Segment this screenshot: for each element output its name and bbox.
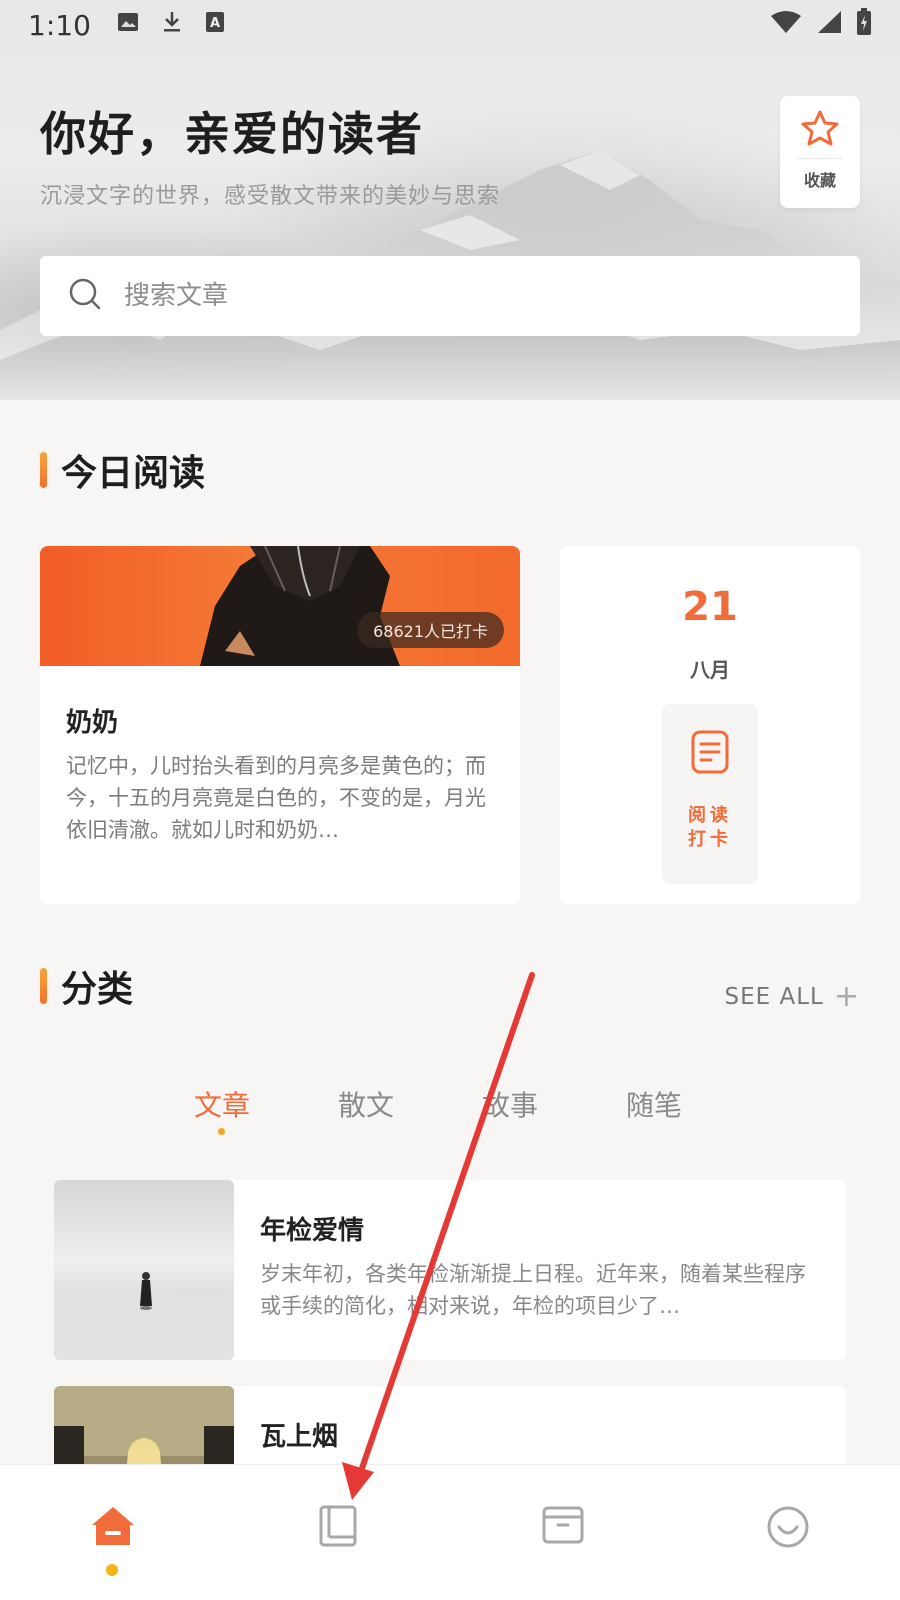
tab-label: 故事 xyxy=(481,1089,538,1122)
search-icon xyxy=(68,277,102,315)
home-icon xyxy=(90,1465,136,1600)
checkin-count-badge: 68621人已打卡 xyxy=(357,612,504,648)
tab-articles[interactable]: 文章 xyxy=(150,1084,294,1154)
active-tab-indicator xyxy=(218,1128,225,1135)
article-list-item[interactable]: 年检爱情 岁末年初，各类年检渐渐提上日程。近年来，随着某些程序或手续的简化，相对… xyxy=(54,1180,846,1360)
greeting-subtitle: 沉浸文字的世界，感受散文带来的美妙与思索 xyxy=(40,184,501,209)
date-month: 八月 xyxy=(690,658,730,682)
nav-library[interactable] xyxy=(225,1465,450,1600)
tab-prose[interactable]: 散文 xyxy=(294,1084,438,1154)
search-input[interactable] xyxy=(124,281,824,311)
download-icon xyxy=(161,10,183,41)
document-icon xyxy=(691,730,729,778)
search-bar[interactable] xyxy=(40,256,860,336)
person-in-leather-jacket-image xyxy=(200,546,400,666)
category-section-label: 分类 xyxy=(61,968,134,1010)
see-all-button[interactable]: SEE ALL + xyxy=(725,982,860,1012)
favorites-divider xyxy=(798,158,842,159)
tab-essays[interactable]: 随笔 xyxy=(582,1084,726,1154)
tab-stories[interactable]: 故事 xyxy=(438,1084,582,1154)
section-accent-bar xyxy=(40,452,47,488)
date-card: 21 八月 阅读打卡 xyxy=(560,546,860,904)
featured-article-image: 68621人已打卡 xyxy=(40,546,520,666)
bottom-navigation xyxy=(0,1464,900,1600)
nav-archive[interactable] xyxy=(450,1465,675,1600)
featured-article-card[interactable]: 68621人已打卡 奶奶 记忆中，儿时抬头看到的月亮多是黄色的；而今，十五的月亮… xyxy=(40,546,520,904)
text-a-icon: A xyxy=(205,10,225,40)
status-bar: 1:10 A xyxy=(0,0,900,50)
tab-label: 散文 xyxy=(337,1089,394,1122)
article-title: 年检爱情 xyxy=(260,1216,365,1246)
wifi-icon xyxy=(770,10,802,41)
today-section-title: 今日阅读 xyxy=(40,444,205,496)
date-day: 21 xyxy=(682,584,738,630)
nav-profile[interactable] xyxy=(675,1465,900,1600)
see-all-label: SEE ALL xyxy=(724,984,824,1010)
star-icon xyxy=(801,110,839,150)
greeting-title: 你好，亲爱的读者 xyxy=(40,107,424,161)
tab-label: 随笔 xyxy=(625,1089,682,1122)
active-nav-indicator xyxy=(106,1564,118,1576)
category-tabs: 文章 散文 故事 随笔 xyxy=(150,1084,750,1154)
article-title: 瓦上烟 xyxy=(260,1422,339,1452)
section-accent-bar xyxy=(40,968,47,1004)
article-excerpt: 岁末年初，各类年检渐渐提上日程。近年来，随着某些程序或手续的简化，相对来说，年检… xyxy=(260,1262,806,1318)
reading-checkin-button[interactable]: 阅读打卡 xyxy=(662,704,758,884)
book-icon xyxy=(318,1465,358,1600)
image-icon xyxy=(117,10,139,40)
smile-icon xyxy=(766,1465,810,1600)
featured-article-excerpt: 记忆中，儿时抬头看到的月亮多是黄色的；而今，十五的月亮竟是白色的，不变的是，月光… xyxy=(66,754,486,842)
article-thumbnail xyxy=(54,1180,234,1360)
signal-icon xyxy=(816,10,842,41)
nav-home[interactable] xyxy=(0,1465,225,1600)
plus-icon: + xyxy=(833,979,860,1014)
svg-text:A: A xyxy=(210,16,220,31)
category-section-title: 分类 xyxy=(40,960,133,1012)
featured-article-title: 奶奶 xyxy=(66,708,119,738)
favorites-button[interactable]: 收藏 xyxy=(780,96,860,208)
today-section-label: 今日阅读 xyxy=(61,452,206,494)
status-time: 1:10 xyxy=(28,8,91,42)
battery-icon xyxy=(856,7,872,43)
reading-checkin-label: 阅读打卡 xyxy=(688,805,732,850)
favorites-label: 收藏 xyxy=(803,171,836,190)
archive-icon xyxy=(542,1465,584,1600)
tab-label: 文章 xyxy=(193,1089,250,1122)
